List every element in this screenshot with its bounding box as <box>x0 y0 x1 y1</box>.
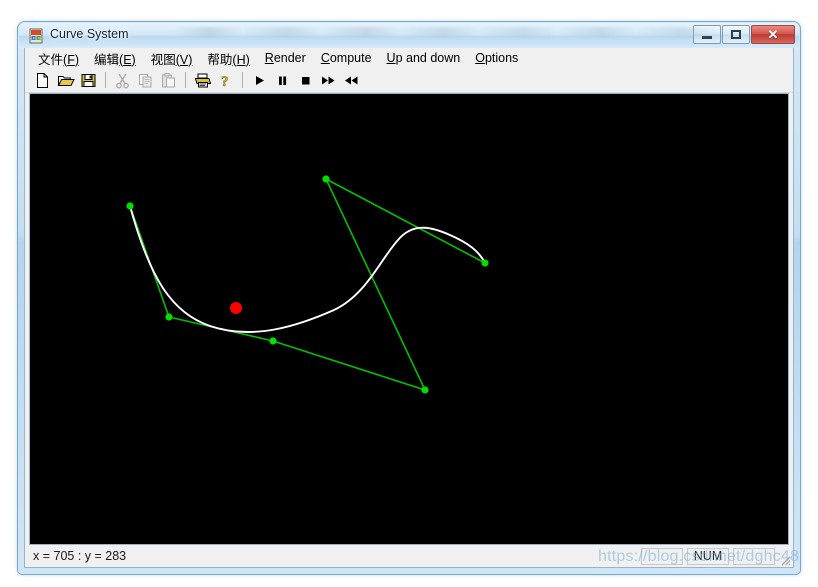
app-icon: F K <box>29 28 43 44</box>
menu-item-file[interactable]: 文件(F) <box>31 47 87 70</box>
menu-item-render-accel: R <box>264 51 274 65</box>
title-bar[interactable]: F K Curve System ✕ <box>19 23 799 49</box>
rewind-icon <box>345 76 358 84</box>
print-button[interactable] <box>191 69 214 91</box>
menu-item-edit-label: 编辑 <box>94 52 120 67</box>
maximize-icon <box>731 30 741 39</box>
menu-item-up-and-down[interactable]: Up and down <box>380 49 469 67</box>
resize-grip-icon[interactable] <box>777 552 791 566</box>
rewind-button[interactable] <box>340 69 363 91</box>
menu-item-up-and-down-label: p and down <box>395 51 461 65</box>
copy-icon <box>139 73 152 87</box>
menu-item-compute-accel: C <box>320 51 330 65</box>
menu-item-view[interactable]: 视图(V) <box>144 47 201 70</box>
stop-icon <box>302 76 310 84</box>
toolbar-separator-2 <box>185 72 186 88</box>
minimize-icon <box>702 36 712 39</box>
cut-button[interactable] <box>111 69 134 91</box>
menu-item-options[interactable]: Options <box>468 49 526 67</box>
control-point-0[interactable] <box>126 202 134 210</box>
close-icon: ✕ <box>767 27 779 42</box>
close-button[interactable]: ✕ <box>751 25 795 44</box>
window-title: Curve System <box>50 27 129 41</box>
menu-item-up-and-down-accel: U <box>386 51 396 65</box>
new-file-icon <box>37 72 48 88</box>
save-file-icon <box>81 73 96 87</box>
cursor-coordinates: x = 705 : y = 283 <box>33 549 127 563</box>
client-area: 文件(F) 编辑(E) 视图(V) 帮助(H) Render Compute U… <box>24 48 794 568</box>
selected-curve-point[interactable] <box>230 302 242 314</box>
menu-item-edit[interactable]: 编辑(E) <box>87 47 144 70</box>
menu-item-file-accel: (F) <box>63 52 79 67</box>
control-point-4[interactable] <box>322 175 330 183</box>
toolbar: ? <box>25 68 793 93</box>
play-button[interactable] <box>248 69 271 91</box>
window-controls: ✕ <box>693 25 795 44</box>
status-pane-num: NUM <box>687 547 729 565</box>
curve-viewport[interactable] <box>30 94 789 527</box>
status-pane-1 <box>641 547 683 565</box>
minimize-button[interactable] <box>693 25 721 44</box>
open-file-icon <box>57 75 75 86</box>
status-indicator-group: NUM <box>641 547 793 565</box>
menu-item-view-label: 视图 <box>150 52 176 67</box>
fast-forward-button[interactable] <box>317 69 340 91</box>
maximize-button[interactable] <box>722 25 750 44</box>
menu-item-help-label: 帮助 <box>207 52 233 67</box>
canvas-background <box>30 94 788 527</box>
help-icon: ? <box>221 73 229 89</box>
pause-icon <box>279 76 287 85</box>
stop-button[interactable] <box>294 69 317 91</box>
application-window: F K Curve System ✕ 文件(F) 编辑(E) 视图(V) 帮助(… <box>18 22 800 574</box>
print-icon <box>194 73 211 87</box>
menu-item-view-accel: (V) <box>175 52 193 67</box>
open-file-button[interactable] <box>54 69 77 91</box>
copy-button[interactable] <box>134 69 157 91</box>
save-file-button[interactable] <box>77 69 100 91</box>
pause-button[interactable] <box>271 69 294 91</box>
menu-item-compute-label: ompute <box>329 51 372 65</box>
toolbar-separator-1 <box>105 72 106 88</box>
menu-item-render[interactable]: Render <box>258 49 314 67</box>
svg-text:K: K <box>38 36 41 41</box>
paste-button[interactable] <box>157 69 180 91</box>
menu-item-edit-accel: (E) <box>119 52 136 67</box>
control-point-1[interactable] <box>165 313 173 321</box>
control-point-3[interactable] <box>421 386 429 394</box>
menu-item-render-label: ender <box>273 51 306 65</box>
drawing-canvas[interactable] <box>29 93 789 545</box>
svg-text:?: ? <box>221 74 229 89</box>
control-point-2[interactable] <box>269 337 277 345</box>
status-bar: x = 705 : y = 283 NUM <box>25 545 793 567</box>
menu-item-compute[interactable]: Compute <box>314 49 380 67</box>
toolbar-separator-3 <box>242 72 243 88</box>
help-button[interactable]: ? <box>214 69 237 91</box>
menu-item-help-accel: (H) <box>232 52 250 67</box>
status-pane-3 <box>733 547 775 565</box>
new-file-button[interactable] <box>31 69 54 91</box>
menu-bar: 文件(F) 编辑(E) 视图(V) 帮助(H) Render Compute U… <box>25 48 793 68</box>
menu-item-options-label: ptions <box>484 51 519 65</box>
paste-icon <box>162 72 175 87</box>
cut-icon <box>116 73 129 88</box>
menu-item-options-accel: O <box>475 51 485 65</box>
menu-item-help[interactable]: 帮助(H) <box>200 47 257 70</box>
fast-forward-icon <box>322 76 335 84</box>
menu-item-file-label: 文件 <box>38 52 64 67</box>
control-point-5[interactable] <box>481 259 489 267</box>
play-icon <box>256 75 264 85</box>
